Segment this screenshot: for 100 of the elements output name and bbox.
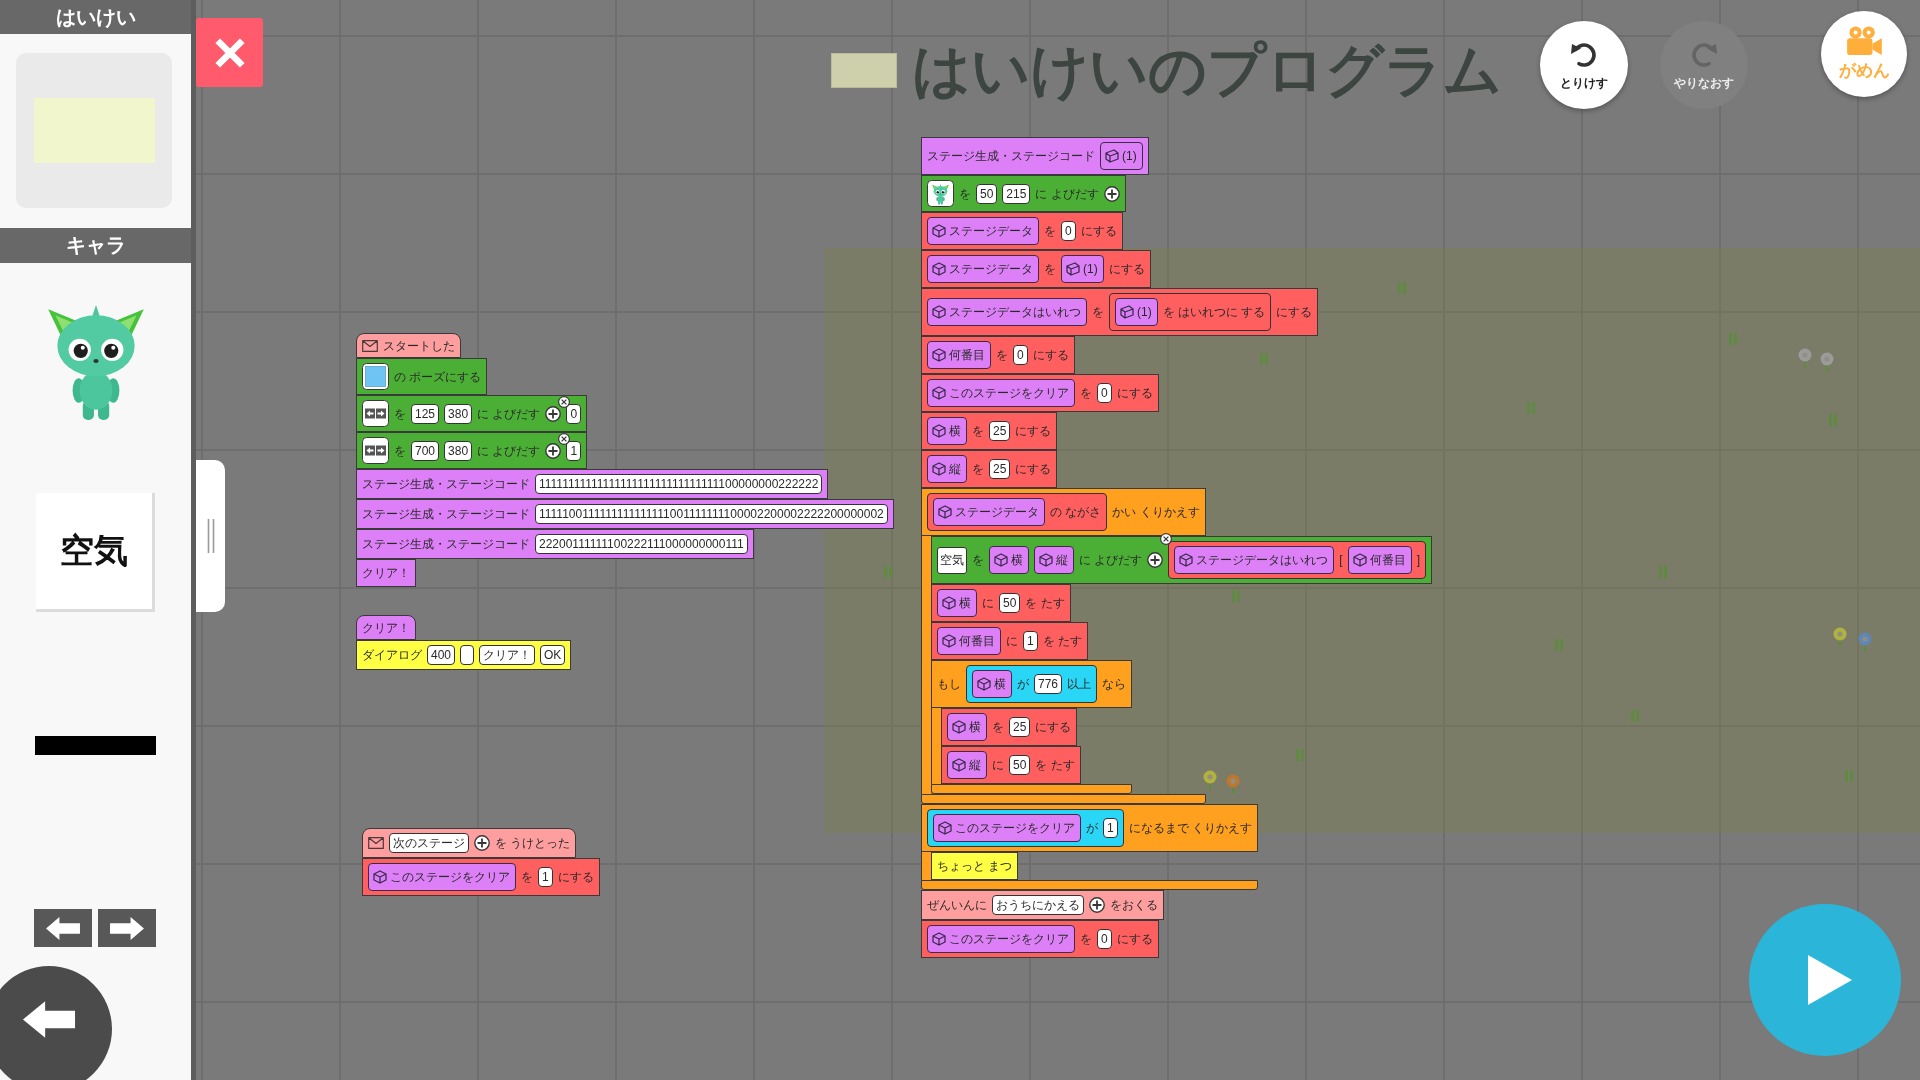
add-icon[interactable] — [1147, 552, 1164, 568]
sprite-card[interactable]: 空気 — [36, 493, 155, 612]
code-block[interactable]: ステージ生成・ステージコード 1111111111111111111111111111111100000000222222 — [356, 469, 829, 499]
variable-reporter[interactable]: このステージをクリア — [368, 863, 516, 891]
input-field[interactable]: 0 — [1061, 221, 1076, 241]
argument-reporter[interactable]: (1) — [1100, 142, 1143, 170]
input-field[interactable]: 125 — [411, 403, 440, 424]
hat-block[interactable]: 次のステージ を うけとった — [362, 828, 577, 858]
code-block[interactable]: を 50 215 に よびだす — [921, 175, 1126, 212]
input-field[interactable]: おうちにかえる — [992, 895, 1084, 915]
code-block[interactable]: このステージをクリア を 1 にする — [362, 858, 600, 896]
input-field[interactable]: 700 — [411, 440, 440, 461]
variable-reporter[interactable]: 何番目 — [937, 627, 1001, 655]
variable-reporter[interactable]: ステージデータはいれつ — [1174, 546, 1335, 574]
previous-page-button[interactable] — [34, 909, 92, 947]
arrow-keys-icon[interactable] — [362, 437, 389, 464]
reporter-block[interactable]: ステージデータはいれつ [ 何番目 ] — [1168, 541, 1427, 579]
variable-reporter[interactable]: ステージデータはいれつ — [927, 298, 1087, 326]
code-block[interactable]: ステージデータ を (1) にする — [921, 250, 1151, 288]
input-field[interactable]: 25 — [989, 459, 1011, 479]
input-field[interactable]: 22200111111100222111000000000111 — [535, 534, 748, 554]
variable-reporter[interactable]: ステージデータ — [927, 255, 1039, 283]
argument-reporter[interactable]: (1) — [1061, 255, 1104, 283]
code-block[interactable]: クリア！ — [356, 559, 416, 587]
input-field[interactable]: 50 — [999, 593, 1021, 613]
code-block[interactable]: ダイアログ 400 クリア！ OK — [356, 640, 572, 670]
variable-reporter[interactable]: 横 — [927, 417, 967, 445]
condition-block[interactable]: 横 が 776 以上 — [966, 665, 1098, 703]
code-block[interactable]: このステージをクリア を 0 にする — [921, 374, 1159, 412]
input-field[interactable]: 50 — [1009, 755, 1031, 775]
input-field[interactable]: 25 — [989, 421, 1011, 441]
input-field[interactable]: 776 — [1034, 674, 1063, 694]
creature-icon[interactable] — [927, 180, 954, 207]
variable-reporter[interactable]: 縦 — [947, 751, 987, 779]
code-block[interactable]: の ポーズにする — [356, 358, 488, 395]
condition-block[interactable]: このステージをクリア が 1 — [927, 809, 1124, 847]
variable-reporter[interactable]: このステージをクリア — [927, 925, 1075, 953]
input-field[interactable]: 0 — [1097, 383, 1112, 403]
variable-reporter[interactable]: 何番目 — [1347, 546, 1412, 574]
code-block[interactable]: ステージデータはいれつ を (1) を はいれつに する にする — [921, 288, 1319, 336]
arrow-keys-icon[interactable] — [362, 400, 389, 427]
hat-block[interactable]: クリア！ — [356, 615, 416, 640]
variable-reporter[interactable]: 横 — [947, 713, 987, 741]
code-block[interactable]: 何番目 に 1 を たす — [931, 622, 1089, 660]
background-thumbnail[interactable] — [16, 53, 172, 208]
close-icon[interactable] — [558, 395, 571, 408]
loop-block-header[interactable]: このステージをクリア が 1 になるまで くりかえす — [921, 804, 1259, 852]
input-field[interactable]: 400 — [427, 645, 456, 665]
input-field[interactable]: 次のステージ — [389, 833, 469, 853]
undo-button[interactable]: とりけす — [1540, 21, 1628, 109]
close-button[interactable] — [196, 18, 263, 87]
drawer-handle[interactable] — [196, 460, 225, 612]
code-block[interactable]: このステージをクリア を 0 にする — [921, 920, 1159, 958]
variable-reporter[interactable]: 縦 — [927, 455, 967, 483]
input-field[interactable]: 1111111111111111111111111111111100000000222222 — [535, 474, 823, 494]
code-block[interactable]: 縦 を 25 にする — [921, 450, 1058, 488]
variable-reporter[interactable]: 横 — [972, 670, 1012, 698]
reporter-block[interactable]: (1) を はいれつに する — [1109, 293, 1272, 331]
input-field[interactable]: 380 — [444, 403, 473, 424]
code-block[interactable]: 横 に 50 を たす — [931, 584, 1071, 622]
input-field[interactable]: 1111100111111111111111001111111100002200002222200000002 — [535, 504, 888, 524]
variable-reporter[interactable]: このステージをクリア — [927, 379, 1075, 407]
code-block[interactable]: ステージ生成・ステージコード 22200111111100222111000000000111 — [356, 529, 754, 559]
hat-block[interactable]: スタートした — [356, 333, 461, 358]
code-block[interactable]: ステージ生成・ステージコード 1111100111111111111111001111111100002200002222200000002 — [356, 499, 894, 529]
variable-reporter[interactable]: 何番目 — [927, 341, 991, 369]
code-block[interactable]: ステージデータ を 0 にする — [921, 212, 1123, 250]
code-block[interactable]: 横 を 25 にする — [941, 708, 1078, 746]
add-icon[interactable] — [474, 835, 490, 851]
code-block[interactable]: 横 を 25 にする — [921, 412, 1058, 450]
code-block[interactable]: ぜんいんに おうちにかえる をおくる — [921, 890, 1164, 920]
variable-reporter[interactable]: ステージデータ — [933, 498, 1045, 526]
loop-block-header[interactable]: もし 横 が 776 以上 なら — [931, 660, 1133, 708]
variable-reporter[interactable]: ステージデータ — [927, 217, 1039, 245]
variable-reporter[interactable]: 横 — [937, 589, 977, 617]
code-block[interactable]: を 700 380 に よびだす 1 — [356, 432, 588, 469]
input-field[interactable]: 1 — [566, 440, 582, 461]
add-icon[interactable] — [1089, 897, 1105, 913]
input-field[interactable]: クリア！ — [479, 645, 536, 665]
input-field[interactable]: OK — [540, 645, 566, 665]
code-block[interactable]: 縦 に 50 を たす — [941, 746, 1081, 784]
variable-reporter[interactable]: このステージをクリア — [933, 814, 1081, 842]
code-block[interactable]: ちょっと まつ — [931, 852, 1019, 880]
code-block[interactable]: 空気 を 横 縦 に よびだす ステージデータはいれつ [ 何番目 ] — [931, 536, 1433, 584]
input-field[interactable]: 1 — [1023, 631, 1038, 651]
input-field[interactable]: 0 — [1013, 345, 1028, 365]
sprite-tile[interactable]: 空気 — [937, 546, 967, 574]
argument-reporter[interactable]: (1) — [1115, 298, 1158, 326]
reporter-block[interactable]: ステージデータ の ながさ — [927, 493, 1108, 531]
code-block[interactable]: 何番目 を 0 にする — [921, 336, 1075, 374]
input-field[interactable]: 215 — [1002, 183, 1031, 204]
code-block[interactable]: ステージ生成・ステージコード (1) — [921, 137, 1149, 175]
close-icon[interactable] — [1160, 533, 1173, 545]
close-icon[interactable] — [558, 432, 571, 445]
add-icon[interactable] — [545, 405, 562, 422]
input-field[interactable]: 50 — [976, 183, 998, 204]
add-icon[interactable] — [1103, 185, 1120, 202]
variable-reporter[interactable]: 縦 — [1034, 546, 1074, 574]
next-page-button[interactable] — [98, 909, 156, 947]
input-field[interactable] — [460, 645, 475, 665]
